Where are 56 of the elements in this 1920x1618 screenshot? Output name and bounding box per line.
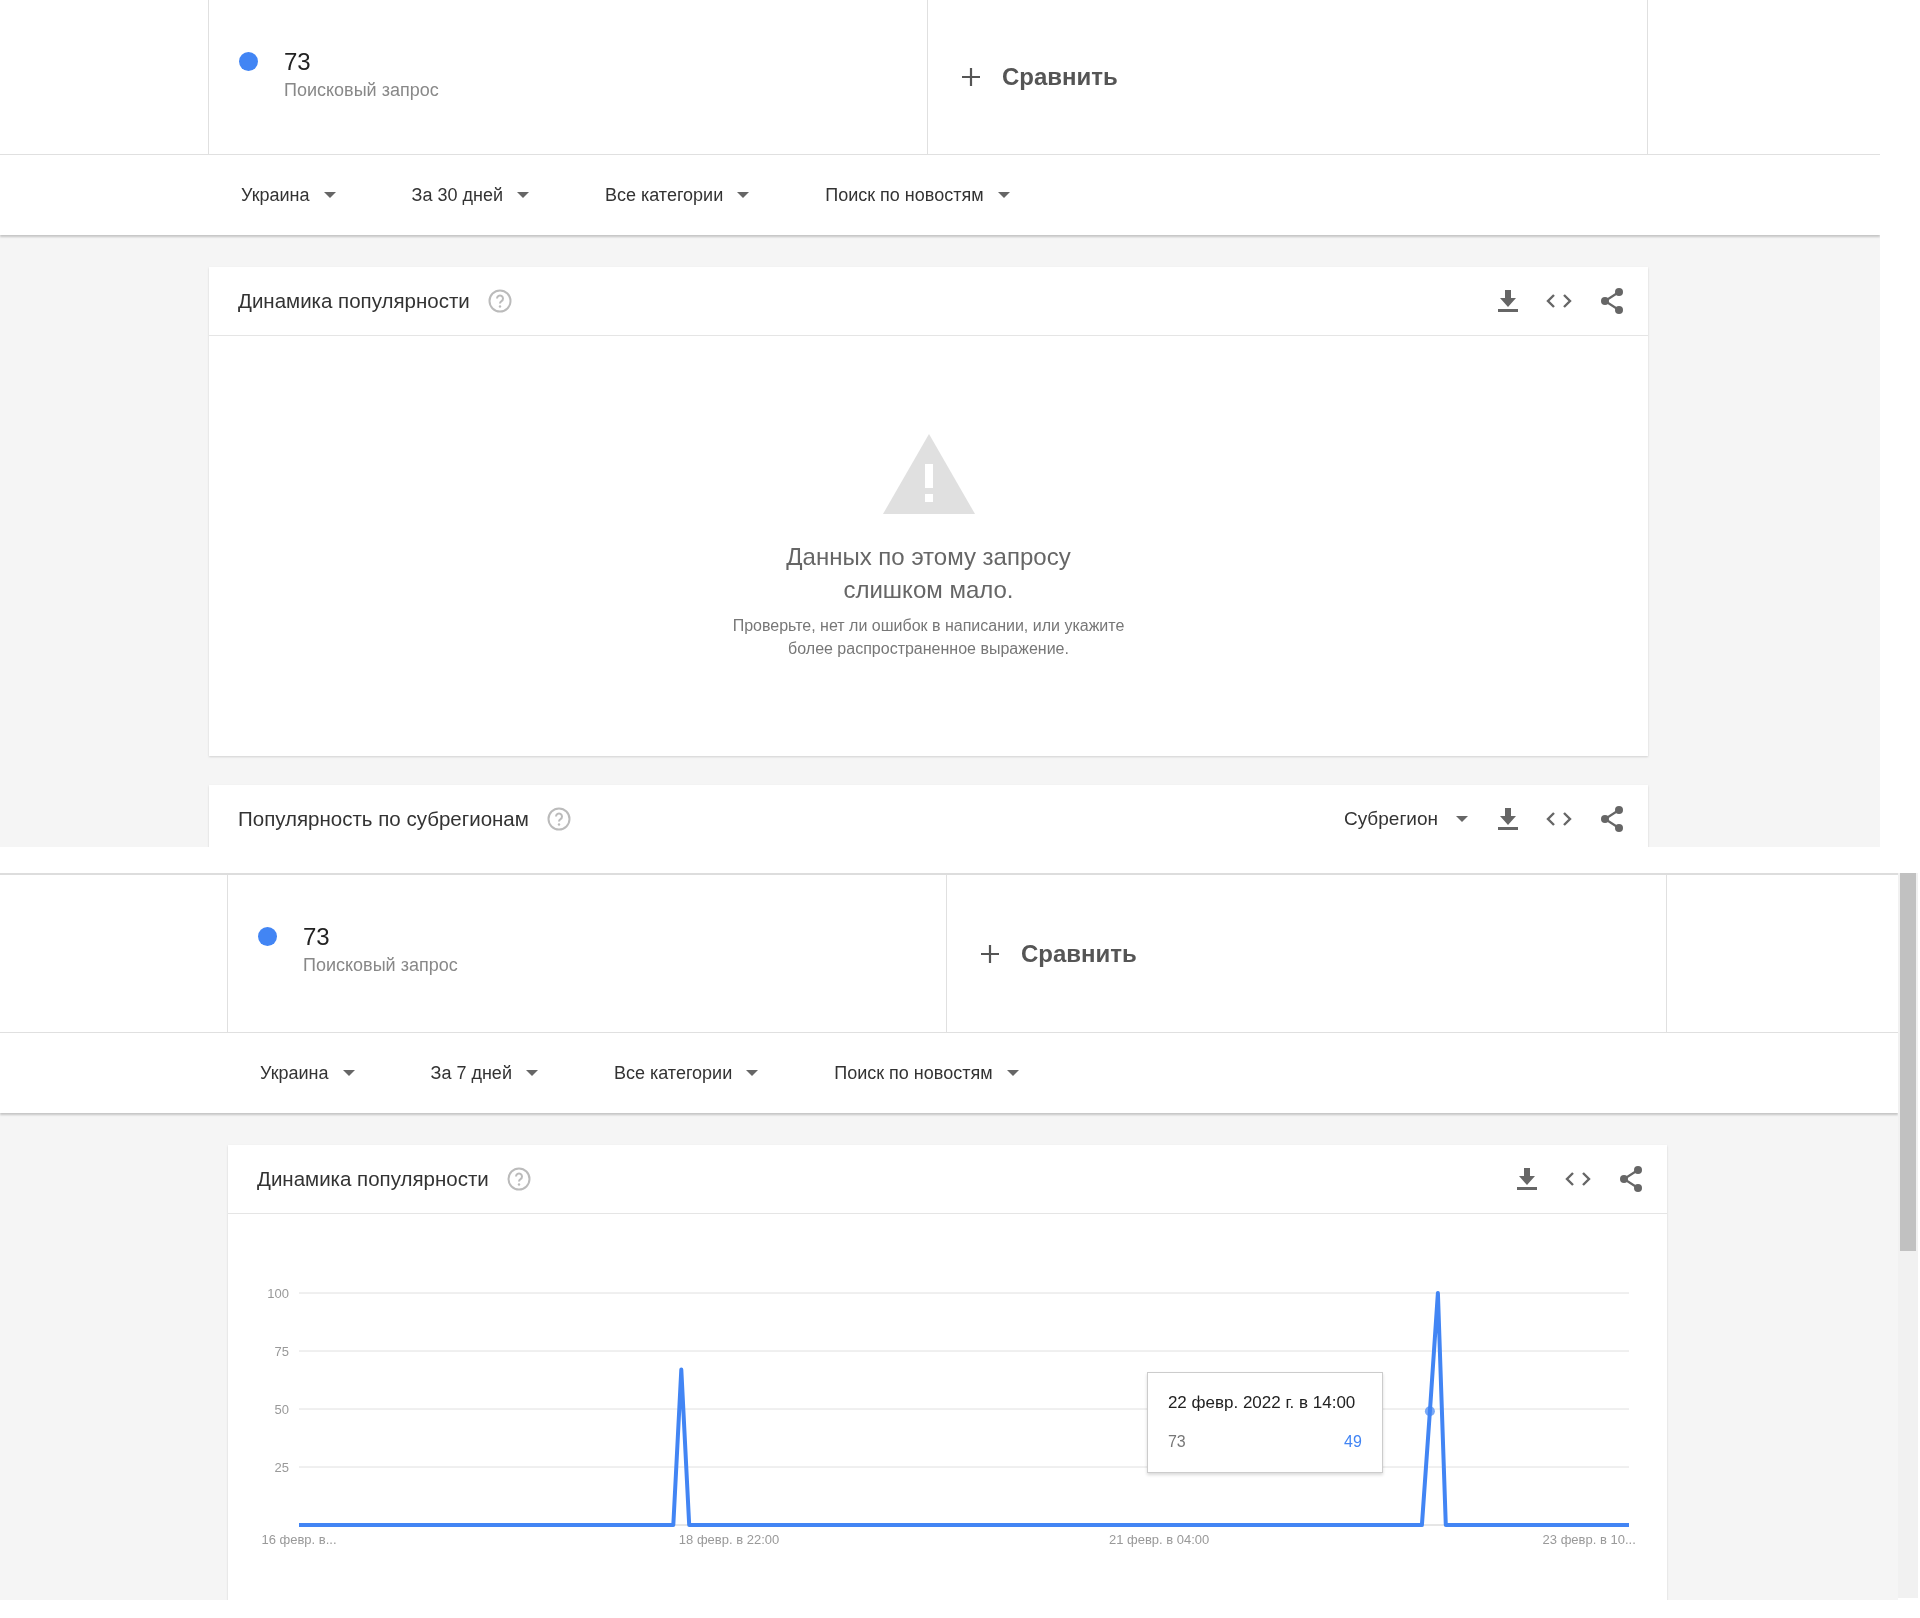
caret-icon — [997, 192, 1010, 198]
y-axis-label: 50 — [274, 1402, 289, 1417]
download-icon[interactable] — [1517, 1168, 1537, 1190]
scrollbar[interactable] — [1898, 873, 1918, 1598]
filter-dropdown[interactable]: Поиск по новостям — [834, 1062, 1019, 1084]
compare-button[interactable]: Сравнить — [981, 939, 1137, 968]
filter-dropdown[interactable]: Поиск по новостям — [825, 184, 1010, 206]
caret-icon — [525, 1070, 538, 1076]
y-axis-label: 25 — [274, 1460, 289, 1475]
filter-dropdown[interactable]: Украина — [260, 1062, 355, 1084]
tooltip-date: 22 февр. 2022 г. в 14:00 — [1167, 1393, 1357, 1414]
no-data-title: Данных по этому запросу слишком мало. — [785, 542, 1072, 605]
x-axis-label: 23 февр. в 10... — [1542, 1532, 1636, 1547]
y-axis-label: 75 — [274, 1344, 289, 1359]
search-term: 73 — [303, 923, 330, 951]
caret-icon — [323, 192, 336, 198]
card-title: Популярность по субрегионам — [238, 807, 529, 831]
subregion-dropdown[interactable]: Субрегион — [1343, 808, 1468, 830]
x-axis-label: 16 февр. в... — [261, 1532, 337, 1547]
caret-icon — [737, 192, 750, 198]
filter-dropdown[interactable]: Все категории — [604, 184, 750, 206]
caret-icon — [516, 192, 529, 198]
share-icon[interactable] — [1600, 288, 1624, 314]
caret-icon — [1456, 816, 1468, 822]
caret-icon — [746, 1070, 759, 1076]
filter-dropdown[interactable]: За 30 дней — [411, 184, 529, 206]
plus-icon — [962, 68, 980, 86]
search-term: 73 — [284, 48, 311, 76]
card-title: Динамика популярности — [238, 289, 470, 313]
x-axis-label: 18 февр. в 22:00 — [678, 1532, 780, 1547]
hover-point-marker — [1424, 1406, 1435, 1417]
warning-icon — [882, 434, 975, 514]
term-color-dot — [258, 927, 277, 946]
x-axis-label: 21 февр. в 04:00 — [1108, 1532, 1210, 1547]
term-type-label: Поисковый запрос — [303, 955, 458, 976]
embed-code-icon[interactable] — [1565, 1171, 1591, 1187]
download-icon[interactable] — [1498, 808, 1518, 830]
caret-icon — [1006, 1070, 1019, 1076]
share-icon[interactable] — [1619, 1166, 1643, 1192]
tooltip-series-label: 73 — [1167, 1433, 1186, 1452]
term-type-label: Поисковый запрос — [284, 80, 439, 101]
embed-code-icon[interactable] — [1546, 293, 1572, 309]
tooltip-value: 49 — [1344, 1433, 1362, 1452]
no-data-hint: Проверьте, нет ли ошибок в написании, или укажите более распространенное выражение. — [731, 616, 1126, 659]
y-axis-label: 100 — [267, 1286, 289, 1301]
card-title: Динамика популярности — [257, 1167, 489, 1191]
download-icon[interactable] — [1498, 290, 1518, 312]
filter-dropdown[interactable]: Украина — [241, 184, 336, 206]
plus-icon — [981, 944, 999, 963]
compare-button[interactable]: Сравнить — [962, 63, 1118, 91]
term-color-dot — [239, 52, 258, 71]
embed-code-icon[interactable] — [1546, 811, 1572, 827]
caret-icon — [342, 1070, 355, 1076]
share-icon[interactable] — [1600, 806, 1624, 832]
filter-dropdown[interactable]: Все категории — [613, 1062, 759, 1084]
filter-dropdown[interactable]: За 7 дней — [430, 1062, 538, 1084]
